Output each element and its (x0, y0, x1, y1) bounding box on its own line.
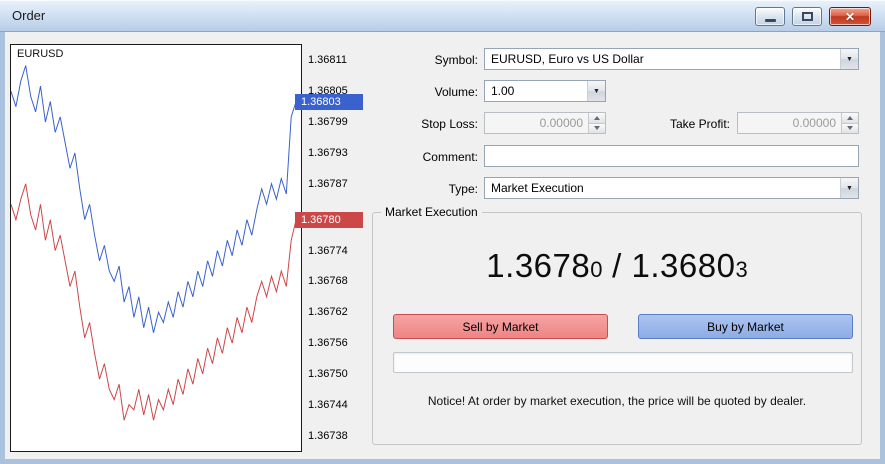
price-axis-label: 1.36756 (308, 337, 348, 350)
chevron-down-icon: ▼ (846, 184, 853, 192)
bid-price-main: 1.3678 (486, 247, 591, 284)
execution-progress-bar (393, 352, 853, 373)
price-axis-label: 1.36774 (308, 244, 348, 257)
chevron-down-icon: ▼ (846, 55, 853, 63)
symbol-select-value: EURUSD, Euro vs US Dollar (491, 52, 644, 66)
spinner-down-icon (594, 126, 600, 131)
tick-chart: EURUSD (10, 44, 302, 452)
type-label: Type: (448, 182, 478, 196)
take-profit-spinner (841, 113, 858, 133)
maximize-icon (801, 12, 813, 21)
price-axis-label: 1.36750 (308, 367, 348, 380)
stop-loss-spinner (588, 113, 605, 133)
spinner-up-icon (847, 115, 853, 120)
stop-loss-down-button[interactable] (589, 122, 605, 133)
price-axis-label: 1.36744 (308, 398, 348, 411)
ask-line (11, 65, 301, 333)
stop-loss-up-button[interactable] (589, 113, 605, 123)
symbol-dropdown-button[interactable]: ▼ (840, 49, 858, 69)
market-price-display: 1.36780 / 1.36803 (373, 247, 861, 285)
group-label: Market Execution (381, 205, 482, 219)
window-frame-bottom (0, 459, 885, 464)
type-dropdown-button[interactable]: ▼ (840, 178, 858, 198)
symbol-label: Symbol: (434, 53, 478, 67)
bid-price-badge: 1.36780 (295, 211, 363, 228)
notice-text: Notice! At order by market execution, th… (427, 394, 807, 408)
close-icon: ✕ (844, 9, 856, 24)
volume-dropdown-button[interactable]: ▼ (587, 81, 605, 101)
chart-plot (11, 65, 301, 421)
ask-price-small: 3 (735, 257, 748, 282)
titlebar[interactable]: Order (0, 0, 885, 32)
price-axis-label: 1.36793 (308, 146, 348, 159)
type-select[interactable]: Market Execution ▼ (484, 177, 859, 199)
price-axis-label: 1.36787 (308, 177, 348, 190)
chart-symbol-watermark: EURUSD (17, 48, 64, 60)
bid-line (11, 183, 301, 421)
window-frame-left (0, 32, 5, 464)
chevron-down-icon: ▼ (593, 87, 600, 95)
maximize-button[interactable] (792, 7, 822, 26)
bid-price-small: 0 (590, 257, 603, 282)
price-axis-label: 1.36762 (308, 306, 348, 319)
price-axis-label: 1.36811 (308, 54, 347, 67)
spinner-down-icon (847, 126, 853, 131)
stop-loss-label: Stop Loss: (421, 117, 478, 131)
order-dialog: Order ✕ EURUSD 1.36811 1.36805 1.36799 1.36… (0, 0, 885, 464)
market-execution-group: Market Execution 1.36780 / 1.36803 Sell … (372, 205, 862, 445)
price-axis-label: 1.36768 (308, 275, 348, 288)
close-button[interactable]: ✕ (829, 7, 871, 26)
take-profit-up-button[interactable] (842, 113, 858, 123)
minimize-button[interactable] (755, 7, 785, 26)
comment-input[interactable] (484, 145, 859, 167)
symbol-select[interactable]: EURUSD, Euro vs US Dollar ▼ (484, 48, 859, 70)
price-axis: 1.36811 1.36805 1.36799 1.36793 1.36787 1.367… (295, 45, 365, 451)
price-axis-label: 1.36738 (308, 429, 348, 442)
window-title: Order (12, 8, 46, 23)
take-profit-down-button[interactable] (842, 122, 858, 133)
caption-buttons: ✕ (755, 7, 871, 26)
take-profit-value: 0.00000 (792, 116, 836, 130)
volume-select[interactable]: 1.00 ▼ (484, 80, 606, 102)
buy-by-market-button[interactable]: Buy by Market (638, 314, 853, 339)
volume-select-value: 1.00 (491, 84, 515, 98)
ask-price-main: 1.3680 (631, 247, 736, 284)
take-profit-label: Take Profit: (669, 117, 730, 131)
price-separator: / (602, 247, 632, 284)
comment-label: Comment: (422, 150, 478, 164)
window-frame-right (880, 32, 885, 464)
stop-loss-value: 0.00000 (539, 116, 583, 130)
sell-by-market-button[interactable]: Sell by Market (393, 314, 608, 339)
type-select-value: Market Execution (491, 181, 584, 195)
ask-price-badge: 1.36803 (295, 93, 363, 110)
spinner-up-icon (594, 115, 600, 120)
stop-loss-field[interactable]: 0.00000 (484, 112, 606, 134)
price-axis-label: 1.36799 (308, 116, 348, 129)
minimize-icon (764, 19, 776, 22)
take-profit-field[interactable]: 0.00000 (737, 112, 859, 134)
volume-label: Volume: (434, 85, 478, 99)
